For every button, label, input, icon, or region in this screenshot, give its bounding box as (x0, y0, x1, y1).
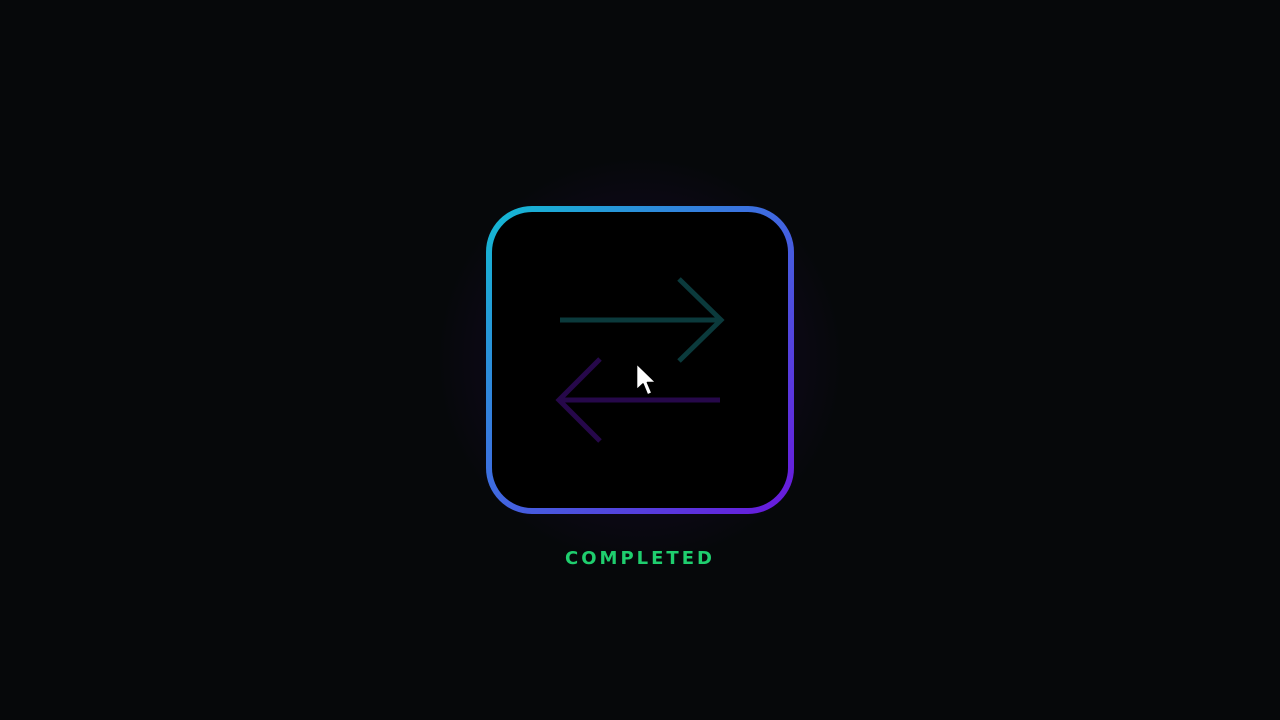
mouse-pointer-icon (635, 362, 657, 396)
status-label: COMPLETED (565, 548, 715, 569)
swap-tile-button[interactable] (486, 206, 794, 514)
swap-arrows-icon (555, 277, 725, 443)
arrow-right-icon (560, 277, 725, 363)
stage: COMPLETED (0, 0, 1280, 720)
tile-inner (492, 212, 788, 508)
